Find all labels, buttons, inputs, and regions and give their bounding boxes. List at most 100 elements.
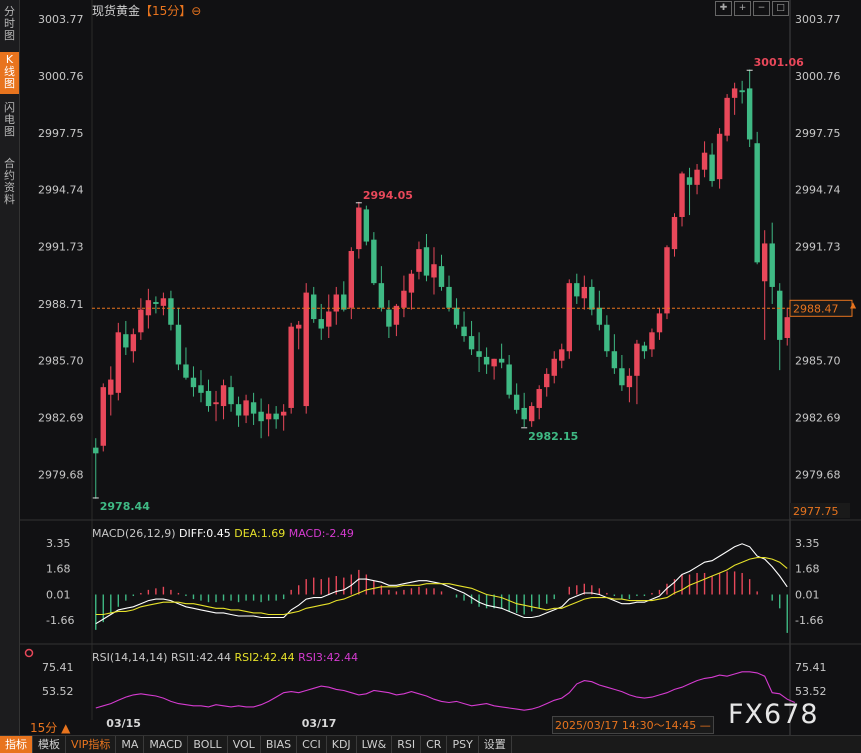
indicator-tab-6[interactable]: VOL: [228, 736, 261, 753]
side-tab-0[interactable]: 分时图: [0, 4, 19, 46]
candle-body: [754, 143, 760, 263]
indicator-tab-0[interactable]: 指标: [0, 736, 33, 753]
side-tab-1[interactable]: K线图: [0, 52, 19, 94]
candle-body: [649, 332, 655, 350]
macd-tick-left: -1.66: [46, 614, 74, 627]
price-tick-right: 3003.77: [795, 13, 841, 26]
candle-body: [115, 332, 122, 393]
candle-body: [348, 251, 355, 308]
date-label: 03/15: [106, 717, 141, 730]
macd-tick-left: 1.68: [46, 563, 71, 576]
price-tick-left: 2997.75: [38, 127, 84, 140]
indicator-tab-8[interactable]: CCI: [297, 736, 327, 753]
side-tab-3[interactable]: 合约资料: [0, 156, 19, 210]
price-tick-right: 2994.74: [795, 184, 841, 197]
candle-body: [311, 294, 317, 320]
candle-body: [175, 324, 182, 365]
rsi-settings-icon[interactable]: [24, 648, 34, 658]
candle-body: [544, 373, 550, 388]
candle-body: [566, 283, 572, 352]
candle-body: [446, 286, 452, 308]
square-icon[interactable]: □: [772, 1, 789, 16]
candle-body: [626, 375, 633, 388]
candle-body: [228, 387, 234, 405]
candle-body: [100, 387, 106, 446]
candle-body: [641, 345, 648, 352]
candle-body: [453, 307, 460, 325]
candle-body: [551, 358, 557, 376]
period-label[interactable]: 【15分】: [140, 4, 191, 18]
candle-body: [701, 152, 708, 170]
candle-body: [288, 326, 294, 408]
candle-body: [408, 273, 415, 293]
candle-body: [220, 385, 227, 407]
left-tab-bar: 分时图 K线图闪电图合约资料: [0, 0, 20, 752]
macd-tick-right: 3.35: [795, 537, 820, 550]
candle-body: [235, 404, 242, 416]
timeframe-selector[interactable]: 15分 ▲: [30, 719, 70, 736]
candle-body: [356, 207, 362, 250]
indicator-tab-13[interactable]: PSY: [447, 736, 479, 753]
candle-body: [198, 385, 204, 393]
candle-body: [363, 209, 370, 242]
candle-body: [386, 309, 392, 327]
side-tab-2[interactable]: 闪电图: [0, 100, 19, 142]
candle-body: [634, 343, 640, 376]
indicator-tab-1[interactable]: 模板: [33, 736, 66, 753]
indicator-tab-9[interactable]: KDJ: [327, 736, 357, 753]
indicator-tab-14[interactable]: 设置: [479, 736, 512, 753]
candle-body: [461, 326, 467, 337]
candle-body: [761, 243, 768, 282]
candle-body: [619, 368, 625, 386]
candle-body: [483, 356, 490, 365]
candle-body: [123, 334, 129, 348]
price-tick-left: 2979.68: [38, 469, 84, 482]
candle-body: [611, 351, 618, 369]
chart-header: 现货黄金【15分】⊖: [92, 2, 201, 19]
macd-header: MACD(26,12,9) DIFF:0.45 DEA:1.69 MACD:-2…: [92, 527, 354, 540]
zoom-out-icon[interactable]: −: [753, 1, 770, 16]
candle-body: [168, 298, 174, 325]
candle-body: [528, 406, 535, 422]
macd-tick-left: 3.35: [46, 537, 71, 550]
indicator-tab-11[interactable]: RSI: [392, 736, 422, 753]
indicator-tab-4[interactable]: MACD: [144, 736, 189, 753]
indicator-tab-10[interactable]: LW&: [357, 736, 393, 753]
indicator-tab-3[interactable]: MA: [116, 736, 145, 753]
candle-body: [581, 286, 588, 299]
macd-tick-right: -1.66: [795, 614, 823, 627]
low-annotation: 2978.44: [100, 500, 150, 513]
candle-body: [258, 411, 264, 422]
candle-body: [145, 300, 152, 316]
candle-body: [468, 336, 475, 350]
candle-body: [423, 247, 430, 276]
price-tick-right: 2985.70: [795, 355, 841, 368]
candle-body: [679, 173, 685, 217]
zoom-in-icon[interactable]: +: [734, 1, 751, 16]
indicator-tab-2[interactable]: VIP指标: [66, 736, 117, 753]
candle-body: [205, 390, 212, 407]
candle-body: [656, 313, 663, 333]
candle-body: [686, 177, 693, 185]
candle-body: [784, 317, 790, 338]
candle-body: [183, 364, 189, 378]
candle-body: [671, 216, 678, 250]
price-tick-left: 3000.76: [38, 70, 84, 83]
rsi-header: RSI(14,14,14) RSI1:42.44 RSI2:42.44 RSI3…: [92, 651, 358, 664]
candle-body: [295, 324, 302, 329]
indicator-tab-7[interactable]: BIAS: [261, 736, 298, 753]
candle-body: [243, 400, 249, 416]
candle-body: [431, 264, 437, 278]
indicator-tab-12[interactable]: CR: [421, 736, 448, 753]
crosshair-icon[interactable]: ✚: [715, 1, 732, 16]
instrument-name: 现货黄金: [92, 4, 141, 18]
swing-high-annotation: 2994.05: [363, 189, 413, 202]
indicator-tab-5[interactable]: BOLL: [188, 736, 228, 753]
candle-body: [190, 377, 197, 388]
candle-body: [559, 349, 565, 361]
chart-area[interactable]: 3003.77 3003.77 3000.76 3000.76 2997.75 2997.…: [20, 0, 861, 735]
indicator-bar: 指标 模板 VIP指标 MA MACD BOLL VOL BIAS CCI KDJ LW& RSI CR…: [0, 735, 861, 753]
candle-body: [416, 249, 422, 272]
kline-chart[interactable]: 3003.77 3003.77 3000.76 3000.76 2997.75 2997.…: [20, 0, 861, 735]
gear-icon[interactable]: ⊖: [191, 4, 201, 18]
